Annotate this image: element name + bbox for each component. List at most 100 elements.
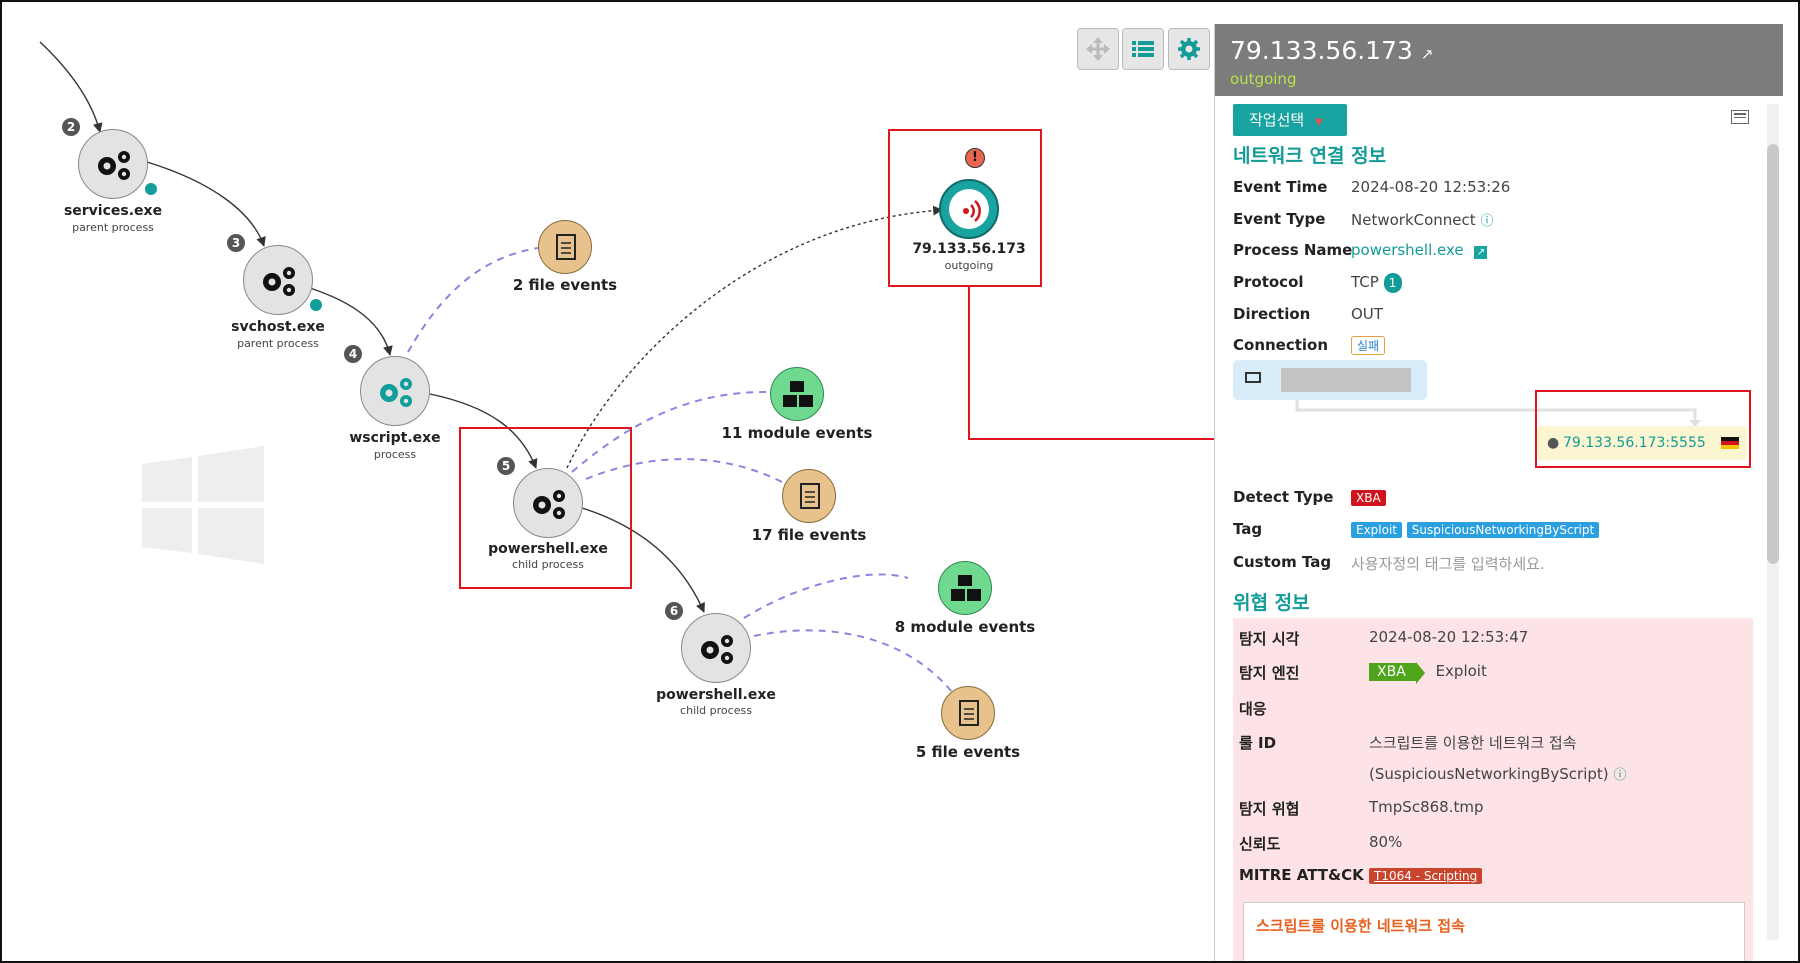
connection-status-badge: 실패 xyxy=(1351,336,1386,355)
field-value: T1064 - Scripting xyxy=(1369,866,1483,884)
gear-icon xyxy=(1178,38,1200,60)
status-dot xyxy=(145,183,157,195)
file-events-node[interactable] xyxy=(538,220,592,274)
field-label: Direction xyxy=(1233,305,1311,323)
detect-type-badge: XBA xyxy=(1351,490,1386,506)
field-label: 룰 ID xyxy=(1239,734,1277,752)
field-value: 2024-08-20 12:53:26 xyxy=(1351,178,1511,196)
settings-button[interactable] xyxy=(1168,28,1210,70)
highlight-connector xyxy=(968,287,1214,440)
event-type-value: NetworkConnect xyxy=(1351,211,1476,229)
open-link-icon[interactable]: ↗ xyxy=(1474,246,1488,259)
gears-icon xyxy=(263,267,295,296)
monitor-icon xyxy=(1245,372,1261,383)
caret-down-icon: ▼ xyxy=(1314,117,1323,128)
network-section-title: 네트워크 연결 정보 xyxy=(1233,145,1387,167)
edge-module-8 xyxy=(743,573,909,619)
rule-description-card: 스크립트를 이용한 네트워크 접속 xyxy=(1243,902,1745,961)
redacted-host xyxy=(1281,368,1411,392)
node-type: child process xyxy=(680,704,752,717)
rule-code: (SuspiciousNetworkingByScript) xyxy=(1369,765,1609,783)
field-label: 탐지 엔진 xyxy=(1239,664,1300,682)
node-type: parent process xyxy=(237,337,319,350)
field-value: (SuspiciousNetworkingByScript) ⓘ xyxy=(1369,764,1626,783)
edge-file-2 xyxy=(407,247,539,353)
process-node-services[interactable] xyxy=(78,129,148,199)
tag-chip[interactable]: SuspiciousNetworkingByScript xyxy=(1406,522,1600,538)
list-toggle-icon[interactable] xyxy=(1731,110,1749,124)
document-icon xyxy=(556,234,576,260)
process-node-wscript[interactable] xyxy=(360,356,430,426)
node-type: parent process xyxy=(72,221,154,234)
node-type: process xyxy=(373,448,417,461)
list-icon xyxy=(1132,41,1154,57)
panel-header: 79.133.56.173 ↗ outgoing xyxy=(1215,24,1783,96)
move-button[interactable] xyxy=(1077,28,1119,70)
node-number-badge: 6 xyxy=(665,602,683,620)
highlight-box-endpoint xyxy=(1535,390,1751,468)
gears-icon xyxy=(380,378,412,407)
move-arrows-icon xyxy=(1086,37,1110,61)
field-label: 탐지 시각 xyxy=(1239,630,1300,648)
panel-subtitle: outgoing xyxy=(1230,70,1297,88)
node-number-badge: 4 xyxy=(344,345,362,363)
list-view-button[interactable] xyxy=(1122,28,1164,70)
file-events-node[interactable] xyxy=(782,469,836,523)
module-events-node[interactable] xyxy=(770,367,824,421)
highlight-box-powershell xyxy=(459,427,632,589)
field-value: 2024-08-20 12:53:47 xyxy=(1369,628,1529,646)
gears-icon xyxy=(98,151,130,180)
threat-info-panel: 탐지 시각 2024-08-20 12:53:47 탐지 엔진 XBA Expl… xyxy=(1233,618,1753,961)
field-value: 80% xyxy=(1369,833,1403,851)
highlight-box-network xyxy=(888,129,1042,287)
field-value: OUT xyxy=(1351,305,1383,323)
detected-file-link[interactable]: TmpSc868.tmp xyxy=(1369,798,1483,816)
file-events-node[interactable] xyxy=(941,686,995,740)
app-frame: 2 services.exe parent process 3 svchost.… xyxy=(0,0,1800,963)
node-name: powershell.exe xyxy=(656,687,776,703)
engine-value: Exploit xyxy=(1435,662,1487,680)
field-label: Custom Tag xyxy=(1233,553,1332,571)
rule-card-title: 스크립트를 이용한 네트워크 접속 xyxy=(1256,917,1465,935)
field-value: NetworkConnect ⓘ xyxy=(1351,210,1493,229)
tag-chip[interactable]: Exploit xyxy=(1351,522,1403,538)
external-link-icon[interactable]: ↗ xyxy=(1421,45,1434,63)
event-label: 11 module events xyxy=(721,424,873,442)
help-icon[interactable]: ⓘ xyxy=(1613,768,1626,783)
process-node-svchost[interactable] xyxy=(243,245,313,315)
process-name-link[interactable]: powershell.exe xyxy=(1351,241,1464,259)
field-label: Connection xyxy=(1233,336,1329,354)
field-label: 신뢰도 xyxy=(1239,835,1281,853)
field-value: XBA Exploit xyxy=(1369,662,1487,684)
field-label: Event Time xyxy=(1233,178,1328,196)
module-events-node[interactable] xyxy=(938,561,992,615)
threat-section-title: 위협 정보 xyxy=(1233,592,1310,614)
process-node-powershell-2[interactable] xyxy=(681,613,751,683)
local-host-box xyxy=(1233,360,1427,400)
detail-panel: 79.133.56.173 ↗ outgoing 작업선택 ▼ 네트워크 연결 … xyxy=(1214,24,1783,961)
scrollbar-thumb[interactable] xyxy=(1767,144,1779,564)
custom-tag-input[interactable]: 사용자정의 태그를 입력하세요. xyxy=(1351,553,1545,574)
gears-icon xyxy=(701,635,733,664)
field-label: Process Name xyxy=(1233,241,1353,259)
field-label: 대응 xyxy=(1239,700,1267,718)
protocol-count-badge: 1 xyxy=(1383,273,1402,293)
event-label: 17 file events xyxy=(751,526,867,544)
windows-logo-icon xyxy=(142,446,264,564)
engine-badge: XBA xyxy=(1369,663,1416,681)
help-icon[interactable]: ⓘ xyxy=(1480,214,1493,229)
action-select-label: 작업선택 xyxy=(1249,111,1305,129)
event-label: 5 file events xyxy=(915,743,1021,761)
document-icon xyxy=(800,483,820,509)
node-name: wscript.exe xyxy=(349,430,441,446)
event-label: 8 module events xyxy=(894,618,1036,636)
rule-name: 스크립트를 이용한 네트워크 접속 xyxy=(1369,734,1577,752)
node-name: svchost.exe xyxy=(231,319,325,335)
field-value: 실패 xyxy=(1351,336,1386,355)
field-label: Event Type xyxy=(1233,210,1326,228)
mitre-technique-link[interactable]: T1064 - Scripting xyxy=(1369,868,1483,884)
node-number-badge: 3 xyxy=(227,234,245,252)
action-select-button[interactable]: 작업선택 ▼ xyxy=(1233,104,1347,136)
status-dot xyxy=(310,299,322,311)
node-name: services.exe xyxy=(63,203,163,219)
